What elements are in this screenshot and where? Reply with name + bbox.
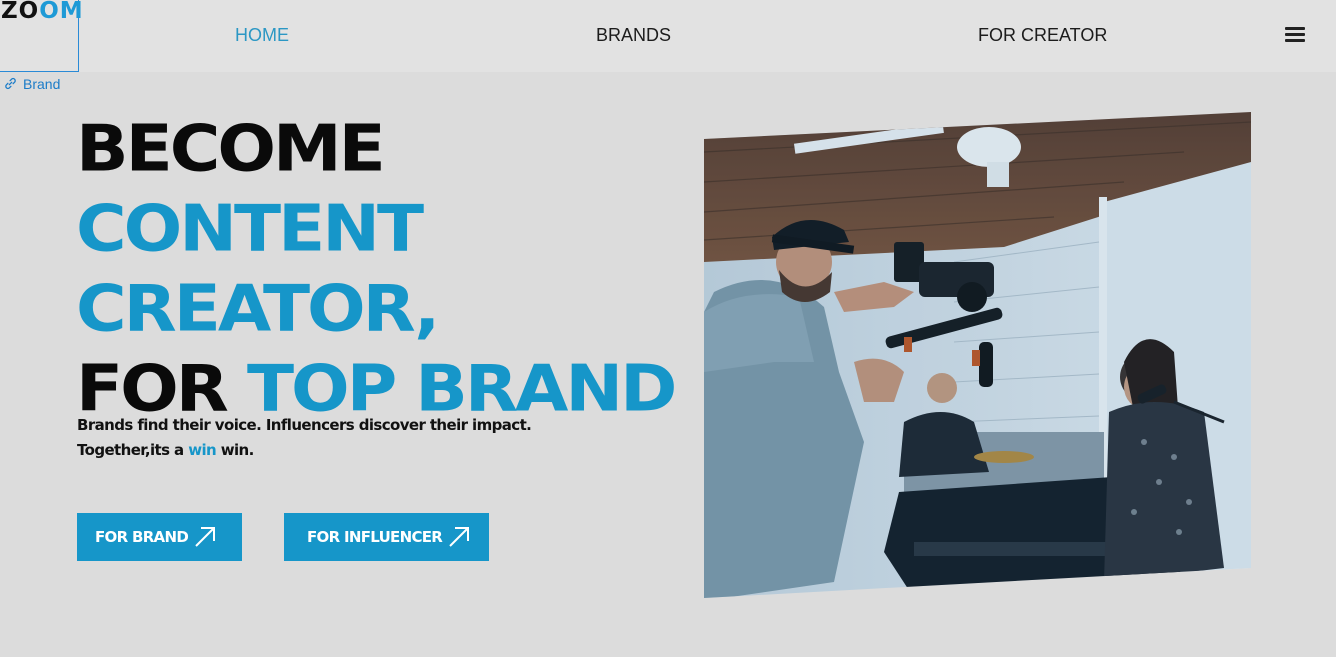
logo-text-blue: OM [39,0,84,24]
hero-line-creator: CREATOR, [76,272,440,347]
hero-subtext-line2: Together,its a win win. [77,440,254,460]
hero-photo-illustration [704,112,1251,598]
subtext-win-end: win. [220,441,255,459]
link-icon [5,77,16,90]
logo-text-dark: ZO [1,0,40,24]
hero-subtext-line1: Brands find their voice. Influencers dis… [77,416,532,434]
arrow-up-right-icon [449,527,470,547]
for-influencer-label: FOR INFLUENCER [307,528,443,546]
hamburger-menu-icon[interactable] [1285,27,1305,43]
logo-container[interactable]: ZOOM [0,0,83,72]
brand-link-label: Brand [23,76,61,92]
logo[interactable]: ZOOM [1,0,84,24]
nav-brands[interactable]: BRANDS [596,24,671,46]
hero-line-content: CONTENT [76,192,424,267]
brand-link[interactable]: Brand [4,75,60,93]
top-navigation-bar: ZOOM HOME BRANDS FOR CREATOR [0,0,1336,72]
hero-line-become: BECOME [76,112,386,187]
subtext-together: Together,its a [77,441,184,459]
for-brand-button[interactable]: FOR BRAND [77,513,242,561]
subtext-win-highlight: win [188,441,217,459]
for-brand-label: FOR BRAND [95,528,189,546]
arrow-up-right-icon [195,527,216,547]
for-influencer-button[interactable]: FOR INFLUENCER [284,513,489,561]
hero-photo [704,112,1251,598]
nav-home[interactable]: HOME [235,24,289,46]
nav-for-creator[interactable]: FOR CREATOR [978,24,1107,46]
